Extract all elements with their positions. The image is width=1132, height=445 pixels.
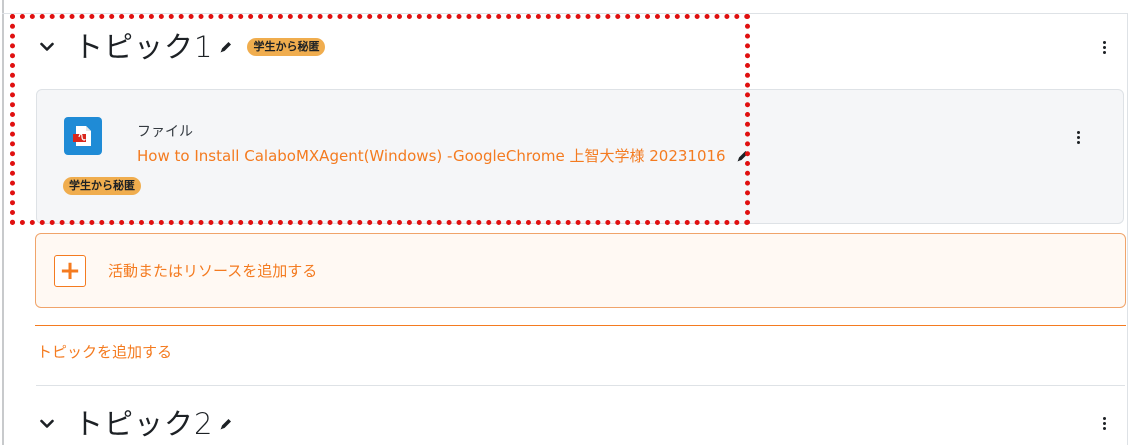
- plus-icon[interactable]: +: [54, 254, 86, 287]
- chevron-down-icon[interactable]: [36, 36, 58, 58]
- pencil-icon[interactable]: [217, 415, 235, 433]
- topic-2-title[interactable]: トピック2: [74, 409, 213, 439]
- kebab-menu-icon[interactable]: [1097, 37, 1111, 57]
- topic-2-header: トピック2: [36, 404, 235, 444]
- pencil-icon[interactable]: [734, 147, 752, 165]
- divider: [35, 325, 1126, 326]
- add-activity-button[interactable]: + 活動またはリソースを追加する: [35, 233, 1126, 308]
- topic-1-header: トピック1 学生から秘匿: [36, 27, 326, 67]
- hidden-from-students-badge: 学生から秘匿: [247, 38, 326, 56]
- kebab-menu-icon[interactable]: [1097, 413, 1111, 433]
- add-activity-label[interactable]: 活動またはリソースを追加する: [108, 260, 317, 281]
- activity-name[interactable]: How to Install CalaboMXAgent(Windows) -G…: [137, 145, 726, 166]
- add-topic-link[interactable]: トピックを追加する: [37, 341, 172, 362]
- activity-card: ファイル How to Install CalaboMXAgent(Window…: [36, 89, 1124, 224]
- activity-link[interactable]: How to Install CalaboMXAgent(Windows) -G…: [137, 145, 752, 166]
- topic-1-title[interactable]: トピック1: [74, 32, 213, 62]
- pencil-icon[interactable]: [217, 38, 235, 56]
- divider: [36, 385, 1125, 386]
- activity-type-label: ファイル: [137, 124, 193, 140]
- left-border: [2, 0, 4, 445]
- chevron-down-icon[interactable]: [36, 413, 58, 435]
- kebab-menu-icon[interactable]: [1071, 127, 1085, 147]
- hidden-from-students-badge: 学生から秘匿: [63, 177, 141, 195]
- pdf-file-icon[interactable]: [64, 117, 102, 155]
- top-border: [2, 13, 1128, 14]
- right-border: [1127, 13, 1128, 445]
